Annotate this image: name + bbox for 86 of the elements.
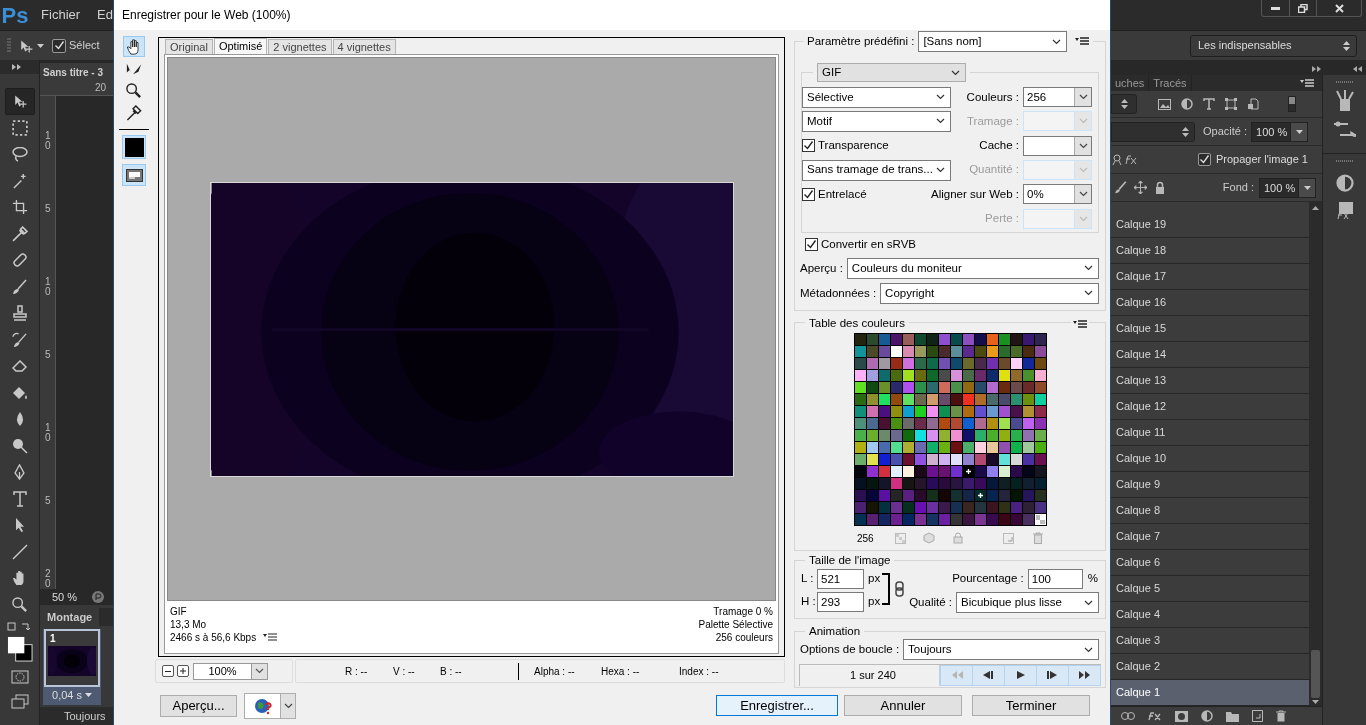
field-label: Aperçu : xyxy=(800,260,843,276)
field-label: Cache : xyxy=(979,138,1019,154)
color-readout: Hexa : -- xyxy=(601,664,641,679)
percent-field[interactable]: 100 % xyxy=(1259,177,1316,198)
checkbox-label: Convertir en sRVB xyxy=(821,237,917,253)
frame-counter: 1 sur 240 xyxy=(850,669,896,682)
color-readout: V : -- xyxy=(393,664,416,679)
ruler-number: 1 0 xyxy=(45,423,51,443)
format-dropdown[interactable]: GIF xyxy=(817,63,966,82)
dropdown[interactable]: Sélective xyxy=(802,86,951,108)
unit-label: % xyxy=(1087,571,1098,587)
group-title: Taille de l'image xyxy=(809,554,891,567)
color-count: 256 xyxy=(857,531,875,546)
dropdown[interactable]: Toujours xyxy=(903,639,1099,661)
ruler-number: 5 xyxy=(45,204,51,214)
info-text: Tramage 0 % xyxy=(713,605,773,618)
color-readout: Alpha : -- xyxy=(534,664,576,679)
window-title: Enregistrer pour le Web (100%) xyxy=(122,7,291,24)
field-label: Qualité : xyxy=(909,595,952,611)
zoom-field[interactable]: 100% xyxy=(193,662,268,680)
dropdown[interactable]: Sans tramage de trans... xyxy=(802,159,951,181)
dropdown[interactable]: Copyright xyxy=(880,282,1099,304)
dropdown[interactable]: Bicubique plus lisse xyxy=(956,592,1099,614)
unit-label: px xyxy=(868,571,881,587)
info-text: Palette Sélective xyxy=(698,618,773,631)
field-label: Tramage : xyxy=(967,113,1019,129)
ruler-number: 5 xyxy=(45,496,51,506)
menu-item[interactable]: Fichier xyxy=(41,5,81,25)
info-text: 256 couleurs xyxy=(715,631,773,644)
combo-field[interactable]: 0% xyxy=(1023,184,1092,205)
number-field[interactable]: 521 xyxy=(817,568,864,589)
frame-number: 1 xyxy=(49,633,57,646)
unit-label: px xyxy=(868,594,881,610)
color-readout: Index : -- xyxy=(679,664,720,679)
ruler-number: 1 0 xyxy=(45,277,51,297)
field-label: Couleurs : xyxy=(966,89,1019,105)
checkbox-label: Propager l'image 1 xyxy=(1216,152,1308,168)
dialog-button[interactable]: Annuler xyxy=(844,695,962,716)
panel-tab[interactable]: Montage xyxy=(40,608,100,626)
ruler-number: 20 xyxy=(95,81,107,95)
field-label: Perte : xyxy=(985,211,1019,226)
document-tab[interactable]: Sans titre - 3 xyxy=(40,63,113,81)
field-label: Pourcentage : xyxy=(952,571,1024,587)
field-label: Paramètre prédéfini : xyxy=(807,33,915,49)
view-tab[interactable]: 2 vignettes xyxy=(268,39,332,54)
dialog-button[interactable]: Enregistrer... xyxy=(716,695,838,716)
number-field[interactable]: 293 xyxy=(817,591,864,612)
dialog-button[interactable]: Terminer xyxy=(972,695,1090,716)
field-label: L : xyxy=(801,571,814,587)
checkbox-label: Entrelacé xyxy=(818,186,867,202)
color-readout: B : -- xyxy=(440,664,463,679)
ruler-number: 1 0 xyxy=(45,131,51,151)
field-label: H : xyxy=(801,594,814,610)
dropdown[interactable]: Couleurs du moniteur xyxy=(846,257,1099,279)
frame-delay[interactable]: 0,04 s xyxy=(52,686,82,704)
dropdown[interactable]: Motif xyxy=(802,110,951,132)
checkbox-label: Sélect xyxy=(69,38,100,54)
view-tab[interactable]: 4 vignettes xyxy=(332,39,396,54)
frame-thumbnail[interactable]: 1 xyxy=(44,629,100,687)
field-label: Aligner sur Web : xyxy=(931,186,1019,202)
layer-row[interactable]: Calque 1 xyxy=(1111,680,1309,706)
view-tab[interactable]: Original xyxy=(165,39,213,54)
preset-dropdown[interactable]: [Sans nom] xyxy=(918,31,1068,52)
group-title: Table des couleurs xyxy=(809,316,905,329)
combo-field[interactable]: 256 xyxy=(1023,87,1092,108)
color-readout: R : -- xyxy=(345,664,369,679)
zoom-level: 50 % xyxy=(52,589,78,605)
field-label: Quantité : xyxy=(969,162,1019,178)
workspace-dropdown[interactable]: Les indispensables xyxy=(1190,34,1357,57)
info-text: 2466 s à 56,6 Kbps xyxy=(170,631,257,644)
field-label: Opacité : xyxy=(1203,124,1248,140)
ruler-number: 5 xyxy=(45,350,51,360)
field-label: Métadonnées : xyxy=(800,285,877,301)
view-tab[interactable]: Optimisé xyxy=(213,38,268,54)
group-title: Animation xyxy=(809,625,861,638)
app-logo: Ps xyxy=(0,1,30,30)
preview-button[interactable]: Aperçu... xyxy=(160,694,237,717)
checkbox-label: Transparence xyxy=(818,138,889,154)
menu-item[interactable]: Ed xyxy=(97,5,113,25)
info-text: GIF xyxy=(170,605,188,618)
field-label: Fond : xyxy=(1222,180,1254,196)
percent-field[interactable]: 100 % xyxy=(1251,121,1309,142)
field-label: Options de boucle : xyxy=(800,641,900,657)
ruler-number: 2 0 xyxy=(45,569,51,589)
info-text: 13,3 Mo xyxy=(170,618,208,631)
number-field[interactable]: 100 xyxy=(1027,568,1083,589)
